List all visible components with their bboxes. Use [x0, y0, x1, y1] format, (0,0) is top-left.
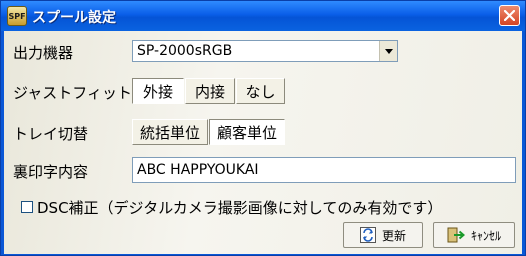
justfit-option-inscribe[interactable]: 内接: [185, 78, 235, 104]
title-bar[interactable]: SPF スプール設定: [1, 1, 525, 31]
window-title: スプール設定: [32, 10, 116, 26]
update-button-label: 更新: [381, 228, 406, 243]
dialog-window: SPF スプール設定 出力機器 SP-2000sRGB ジャストフィット 外接 …: [0, 0, 526, 256]
justfit-option-circumscribe[interactable]: 外接: [132, 78, 184, 104]
tray-label: トレイ切替: [13, 125, 89, 143]
backprint-label: 裏印字内容: [13, 163, 89, 181]
dialog-body: 出力機器 SP-2000sRGB ジャストフィット 外接 内接 なし トレイ切替…: [4, 31, 522, 254]
dsc-label: DSC補正（デジタルカメラ撮影画像に対してのみ有効です）: [37, 199, 443, 217]
printer-label: 出力機器: [13, 44, 74, 62]
printer-select[interactable]: SP-2000sRGB: [132, 40, 398, 62]
tray-option-customer[interactable]: 顧客単位: [209, 119, 285, 145]
cancel-button[interactable]: ｷｬﾝｾﾙ: [433, 222, 515, 248]
dsc-checkbox[interactable]: [21, 201, 33, 213]
refresh-icon: [359, 227, 376, 243]
dropdown-arrow-icon[interactable]: [379, 41, 397, 61]
update-button[interactable]: 更新: [343, 222, 423, 248]
backprint-input[interactable]: [132, 157, 516, 183]
backprint-field[interactable]: [133, 158, 515, 182]
close-icon: [504, 10, 515, 21]
justfit-option-none[interactable]: なし: [236, 78, 285, 104]
tray-option-summary[interactable]: 統括単位: [132, 119, 208, 145]
close-button[interactable]: [499, 5, 520, 26]
printer-select-value: SP-2000sRGB: [137, 43, 233, 59]
app-icon: SPF: [7, 6, 27, 26]
cancel-button-label: ｷｬﾝｾﾙ: [470, 228, 501, 243]
justfit-label: ジャストフィット: [13, 84, 132, 102]
exit-door-icon: [447, 227, 465, 243]
